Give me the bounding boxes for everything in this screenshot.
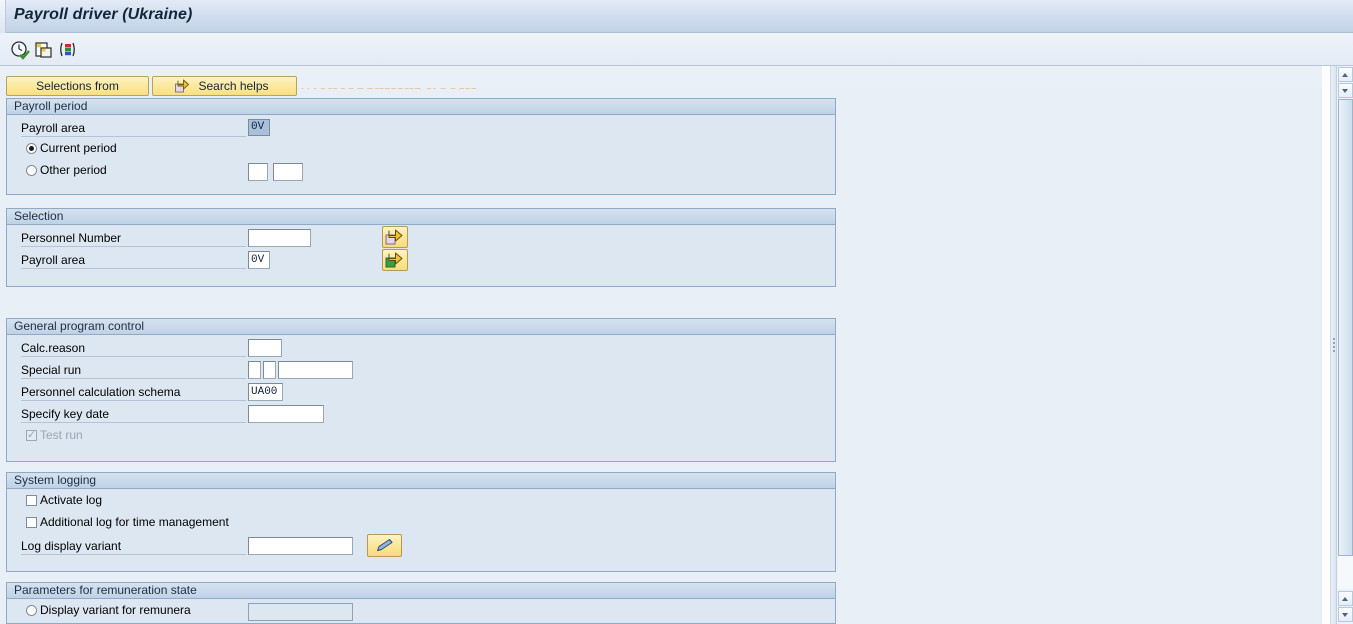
chevron-down-icon (1342, 613, 1348, 617)
selection-body: Personnel Number Payroll area 0V (7, 225, 835, 286)
vertical-scrollbar[interactable] (1336, 66, 1353, 624)
page-title: Payroll driver (Ukraine) (14, 6, 193, 23)
test-run-label: Test run (40, 428, 83, 442)
selection-panel: Selection Personnel Number Payroll area … (6, 208, 836, 287)
checkbox-box (26, 495, 37, 506)
calc-reason-label: Calc.reason (21, 341, 246, 357)
other-period-input-2[interactable] (273, 163, 303, 181)
chevron-up-icon (1342, 73, 1348, 77)
additional-log-label: Additional log for time management (40, 515, 229, 529)
radio-outer (26, 605, 37, 616)
chevron-up-icon (1342, 597, 1348, 601)
general-program-control-body: Calc.reason Special run Personnel calcul… (7, 335, 835, 461)
personnel-number-multiple-selection-button[interactable] (382, 226, 408, 248)
test-run-checkbox: ✓ Test run (26, 428, 176, 443)
general-program-control-panel: General program control Calc.reason Spec… (6, 318, 836, 462)
personnel-calculation-schema-label: Personnel calculation schema (21, 385, 246, 401)
display-variant-remuneration-label: Display variant for remunera (40, 603, 191, 617)
general-program-control-header: General program control (7, 319, 835, 335)
payroll-period-header: Payroll period (7, 99, 835, 115)
log-display-variant-input[interactable] (248, 537, 353, 555)
right-gutter (1322, 66, 1330, 624)
application-toolbar: © www.tutorialkart.com (0, 33, 1353, 94)
search-helps-label: Search helps (198, 79, 269, 93)
payroll-period-panel: Payroll period Payroll area 0V Current p… (6, 98, 836, 195)
chevron-down-icon (1342, 89, 1348, 93)
scroll-up-button[interactable] (1338, 67, 1353, 82)
special-run-input-1[interactable] (248, 361, 261, 379)
log-display-variant-label: Log display variant (21, 539, 246, 555)
activate-log-label: Activate log (40, 493, 103, 507)
calc-reason-input[interactable] (248, 339, 282, 357)
selection-header: Selection (7, 209, 835, 225)
remuneration-parameters-header: Parameters for remuneration state (7, 583, 835, 599)
remuneration-parameters-body: Display variant for remunera (7, 599, 835, 623)
title-bar-left-edge (0, 0, 6, 33)
payroll-area-label: Payroll area (21, 121, 246, 137)
special-run-label: Special run (21, 363, 246, 379)
payroll-area-display: 0V (248, 119, 270, 136)
copy-multiple-selection-icon[interactable] (34, 40, 54, 60)
other-period-input-1[interactable] (248, 163, 268, 181)
specify-key-date-input[interactable] (248, 405, 324, 423)
selection-payroll-area-input[interactable]: 0V (248, 251, 270, 269)
personnel-number-input[interactable] (248, 229, 311, 247)
personnel-number-label: Personnel Number (21, 231, 246, 247)
special-run-input-3[interactable] (278, 361, 353, 379)
execute-clock-icon[interactable] (10, 40, 30, 60)
search-helps-button[interactable]: Search helps (152, 76, 297, 96)
checkbox-box (26, 517, 37, 528)
current-period-radio[interactable]: Current period (26, 141, 176, 156)
system-logging-header: System logging (7, 473, 835, 489)
payroll-period-body: Payroll area 0V Current period Other per… (7, 115, 835, 194)
checkmark-icon: ✓ (27, 429, 37, 441)
window-title-bar: Payroll driver (Ukraine) (0, 0, 1353, 33)
radio-outer (26, 165, 37, 176)
scroll-up-button-bottom[interactable] (1338, 591, 1353, 606)
activate-log-checkbox[interactable]: Activate log (26, 493, 226, 508)
current-period-label: Current period (40, 141, 117, 155)
scrollbar-thumb[interactable] (1338, 99, 1353, 556)
radio-inner (29, 146, 34, 151)
selections-from-button[interactable]: Selections from (6, 76, 149, 96)
other-period-radio[interactable]: Other period (26, 163, 176, 178)
yellow-arrow-icon (157, 79, 189, 93)
log-display-variant-edit-button[interactable] (367, 534, 402, 557)
display-variant-remuneration-input (248, 603, 353, 621)
scroll-down-button-bottom[interactable] (1338, 607, 1353, 622)
display-variant-remuneration-radio[interactable]: Display variant for remunera (26, 603, 226, 618)
specify-key-date-label: Specify key date (21, 407, 246, 423)
personnel-calculation-schema-input[interactable]: UA00 (248, 383, 283, 401)
payroll-area-multiple-selection-button[interactable] (382, 249, 408, 271)
other-period-label: Other period (40, 163, 107, 177)
system-logging-panel: System logging Activate log Additional l… (6, 472, 836, 572)
system-logging-body: Activate log Additional log for time man… (7, 489, 835, 571)
scroll-down-button[interactable] (1338, 83, 1353, 98)
special-run-input-2[interactable] (263, 361, 276, 379)
additional-log-time-management-checkbox[interactable]: Additional log for time management (26, 515, 286, 530)
color-legend-icon[interactable] (58, 40, 78, 60)
sap-selection-screen: Payroll driver (Ukraine) Selections from… (0, 0, 1353, 624)
remuneration-parameters-panel: Parameters for remuneration state Displa… (6, 582, 836, 624)
selection-payroll-area-label: Payroll area (21, 253, 246, 269)
